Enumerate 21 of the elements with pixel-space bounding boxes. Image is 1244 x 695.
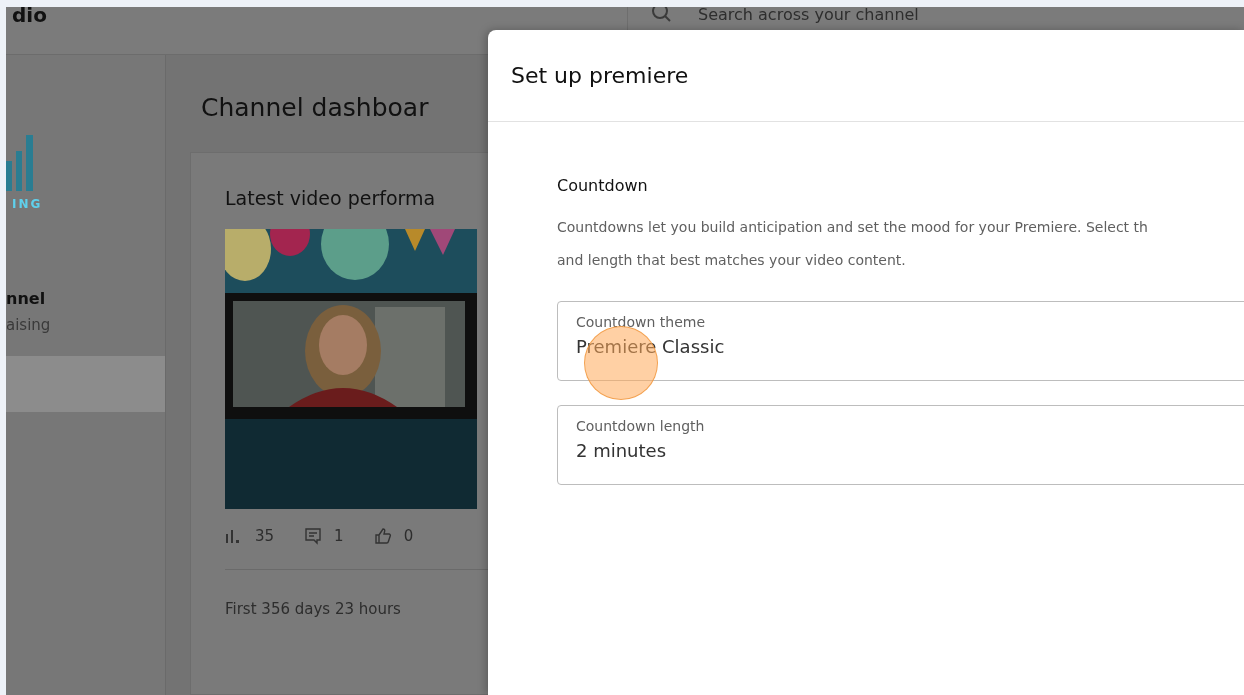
card-title: Latest video performa	[225, 187, 437, 209]
stat-count: 0	[403, 527, 414, 545]
comment-icon	[304, 527, 323, 545]
logo-icon	[6, 135, 34, 191]
description-text: Countdowns let you build anticipation and set the mood for your Premiere. Select th	[557, 218, 1149, 237]
time-range-text: First 356 days 23 hours	[225, 600, 402, 618]
channel-subtitle: aising	[6, 316, 52, 334]
search-icon	[652, 7, 672, 23]
thumbs-up-icon	[373, 527, 392, 545]
dropdown-field[interactable]: Countdown theme Premiere Classic	[557, 301, 1244, 381]
logo-text: dio	[12, 7, 47, 23]
logo-caption: ING	[12, 197, 44, 211]
channel-name: nnel	[6, 289, 47, 308]
dropdown-field[interactable]: Countdown length 2 minutes	[557, 405, 1244, 485]
dialog-title: Set up premiere	[511, 63, 689, 88]
page-title: Channel dashboar	[201, 93, 430, 122]
description-text: and length that best matches your video content.	[557, 251, 907, 270]
nav-item[interactable]	[6, 356, 165, 412]
stat-count: 35	[255, 527, 275, 545]
stat-count: 1	[334, 527, 344, 545]
section-title: Countdown	[557, 176, 649, 195]
